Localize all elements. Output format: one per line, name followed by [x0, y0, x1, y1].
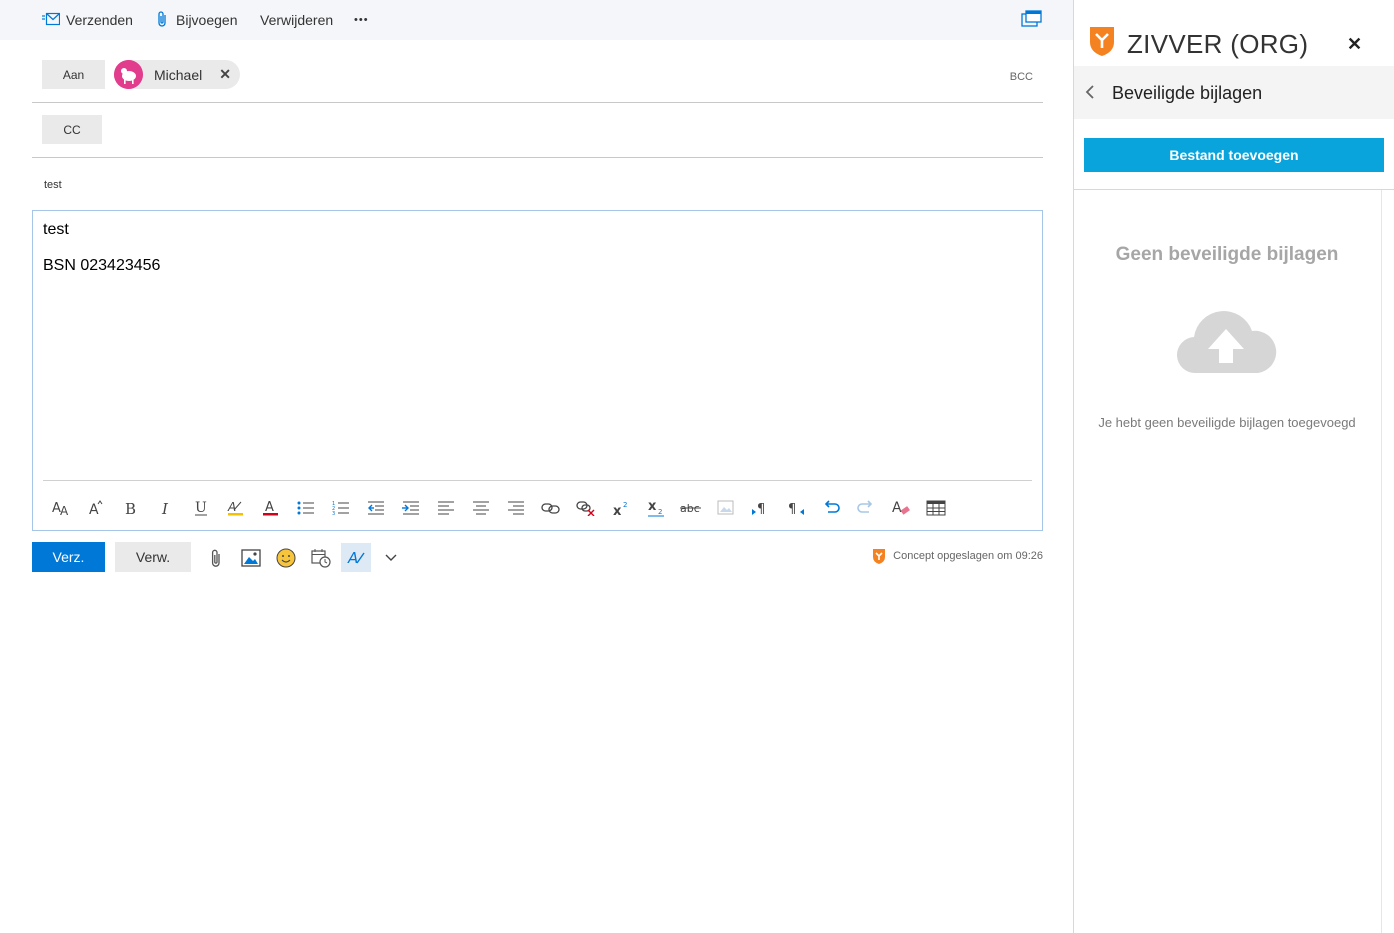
back-chevron-icon[interactable] [1084, 83, 1096, 106]
attach-command[interactable]: Bijvoegen [156, 0, 238, 40]
svg-text:A: A [60, 504, 69, 517]
zivver-logo-icon [1088, 25, 1116, 62]
panel-divider [1074, 189, 1394, 190]
message-body-editor[interactable]: test BSN 023423456 AA A B I U A A 123 x … [32, 210, 1043, 531]
compose-area: Verzenden Bijvoegen Verwijderen ••• Aan [0, 0, 1073, 933]
strikethrough-icon[interactable]: abc [673, 494, 708, 522]
underline-icon[interactable]: U [183, 494, 218, 522]
svg-text:¶: ¶ [788, 502, 796, 516]
add-file-button[interactable]: Bestand toevoegen [1084, 138, 1384, 172]
align-left-icon[interactable] [428, 494, 463, 522]
chevron-down-icon[interactable] [376, 543, 406, 572]
svg-text:U: U [195, 500, 207, 516]
align-right-icon[interactable] [498, 494, 533, 522]
cc-row: CC [32, 103, 1043, 158]
panel-title: ZIVVER (ORG) [1127, 29, 1309, 59]
app: Verzenden Bijvoegen Verwijderen ••• Aan [0, 0, 1394, 933]
numbering-icon[interactable]: 123 [323, 494, 358, 522]
remove-recipient-icon[interactable]: ✕ [219, 66, 231, 83]
panel-scrollbar[interactable] [1381, 190, 1382, 933]
empty-state-title: Geen beveiligde bijlagen [1115, 244, 1339, 265]
table-icon[interactable] [918, 494, 953, 522]
panel-header: ZIVVER (ORG) ✕ [1074, 0, 1394, 66]
svg-text:A: A [227, 500, 236, 514]
editor-divider [43, 480, 1032, 481]
svg-text:B: B [125, 500, 136, 516]
format-toolbar: AA A B I U A A 123 x2 x2 abc ¶ ¶ A [43, 494, 953, 522]
svg-text:¶: ¶ [757, 502, 765, 516]
bullets-icon[interactable] [288, 494, 323, 522]
send-icon [42, 12, 66, 29]
paperclip-icon [156, 10, 176, 31]
avatar [114, 60, 143, 89]
popout-window-icon[interactable] [1021, 10, 1042, 32]
empty-state-message: Je hebt geen beveiligde bijlagen toegevo… [1098, 415, 1356, 430]
command-bar: Verzenden Bijvoegen Verwijderen ••• [0, 0, 1073, 40]
compose-actions: Verz. Verw. A Concept opgeslagen om 09:2… [32, 542, 1043, 573]
svg-text:3: 3 [332, 511, 335, 516]
align-center-icon[interactable] [463, 494, 498, 522]
format-text-icon[interactable]: A [341, 543, 371, 572]
emoji-icon[interactable] [271, 543, 301, 572]
highlight-icon[interactable]: A [218, 494, 253, 522]
picture-icon[interactable] [236, 543, 266, 572]
send-command[interactable]: Verzenden [42, 0, 133, 40]
attach-icon[interactable] [201, 543, 231, 572]
insert-image-icon[interactable] [708, 494, 743, 522]
increase-indent-icon[interactable] [393, 494, 428, 522]
svg-text:2: 2 [658, 508, 662, 516]
delete-command[interactable]: Verwijderen [260, 0, 333, 40]
zivver-logo-icon [872, 548, 886, 570]
bold-icon[interactable]: B [113, 494, 148, 522]
delete-command-label: Verwijderen [260, 12, 334, 28]
svg-text:A: A [347, 549, 358, 567]
schedule-calendar-icon[interactable] [306, 543, 336, 572]
redo-icon[interactable] [848, 494, 883, 522]
svg-text:2: 2 [623, 501, 627, 509]
svg-text:I: I [161, 500, 169, 516]
panel-nav: Beveiligde bijlagen [1074, 66, 1394, 119]
attach-command-label: Bijvoegen [176, 12, 238, 28]
svg-text:x: x [613, 504, 622, 516]
more-commands-button[interactable]: ••• [354, 0, 369, 40]
close-icon[interactable]: ✕ [1347, 34, 1362, 55]
remove-link-icon[interactable] [568, 494, 603, 522]
svg-text:x: x [648, 499, 657, 514]
more-icon: ••• [354, 14, 369, 26]
font-color-icon[interactable]: A [253, 494, 288, 522]
svg-text:A: A [89, 502, 99, 517]
recipient-name: Michael [154, 66, 203, 83]
subject-field[interactable]: test [44, 179, 62, 191]
superscript-icon[interactable]: x2 [603, 494, 638, 522]
ltr-icon[interactable]: ¶ [743, 494, 778, 522]
draft-status: Concept opgeslagen om 09:26 [893, 550, 1043, 562]
font-size-icon[interactable]: AA [43, 494, 78, 522]
link-icon[interactable] [533, 494, 568, 522]
svg-text:A: A [892, 500, 902, 516]
decrease-indent-icon[interactable] [358, 494, 393, 522]
to-button[interactable]: Aan [42, 60, 105, 89]
cc-button[interactable]: CC [42, 115, 102, 144]
bcc-button[interactable]: BCC [1010, 71, 1033, 83]
body-line: BSN 023423456 [43, 257, 161, 274]
cloud-upload-icon [1176, 305, 1278, 380]
section-title: Beveiligde bijlagen [1112, 83, 1263, 103]
italic-icon[interactable]: I [148, 494, 183, 522]
send-command-label: Verzenden [66, 12, 133, 28]
to-row: Aan Michael ✕ BCC [32, 48, 1043, 103]
message-body[interactable]: test BSN 023423456 [43, 221, 160, 293]
undo-icon[interactable] [813, 494, 848, 522]
body-line: test [43, 221, 69, 238]
recipient-pill[interactable]: Michael ✕ [114, 60, 240, 89]
discard-button[interactable]: Verw. [115, 542, 191, 572]
svg-text:A: A [265, 500, 274, 515]
subscript-icon[interactable]: x2 [638, 494, 673, 522]
rtl-icon[interactable]: ¶ [778, 494, 813, 522]
grow-font-icon[interactable]: A [78, 494, 113, 522]
send-button[interactable]: Verz. [32, 542, 105, 572]
zivver-panel: ZIVVER (ORG) ✕ Beveiligde bijlagen Besta… [1073, 0, 1394, 933]
clear-format-icon[interactable]: A [883, 494, 918, 522]
